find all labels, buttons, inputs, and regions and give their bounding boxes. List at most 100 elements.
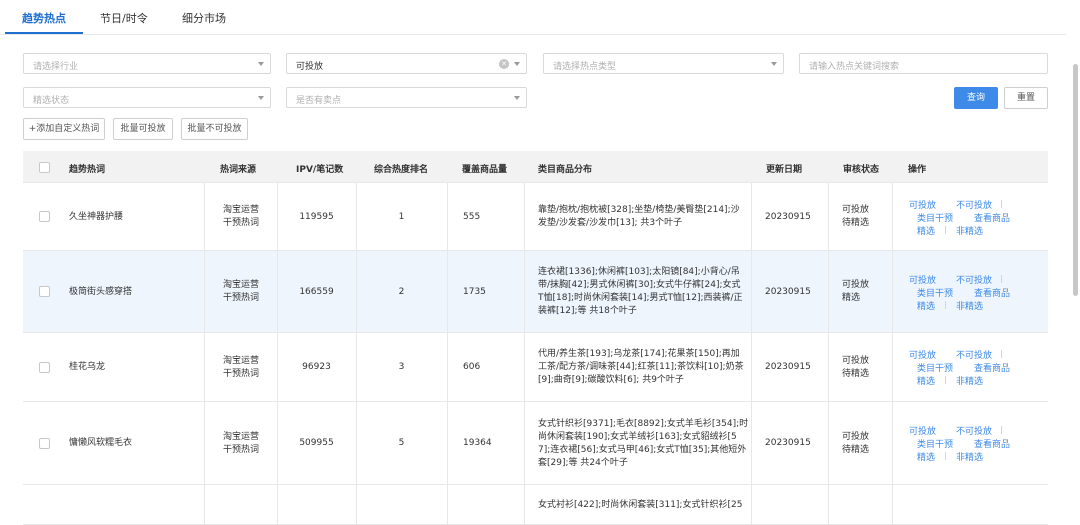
action-separator [945, 213, 946, 221]
ipv-cell: 166559 [299, 287, 334, 297]
distribution-cell-line: [9];曲奇[9];碳酸饮料[6]; 共9个叶子 [538, 375, 684, 385]
reset-button[interactable]: 重置 [1004, 87, 1048, 109]
cover-cell: 19364 [463, 438, 492, 448]
action-separator [1001, 426, 1002, 434]
cover-cell: 555 [463, 212, 481, 222]
column-divider [751, 402, 752, 485]
keyword-cell: 桂花乌龙 [69, 362, 106, 372]
industry-select[interactable]: 请选择行业 [23, 53, 271, 74]
source-cell-line: 干预热词 [222, 293, 259, 303]
vertical-scrollbar[interactable] [1073, 64, 1078, 296]
add-custom-keyword-button[interactable]: +添加自定义热词 [23, 118, 105, 140]
select-all-checkbox[interactable] [39, 162, 50, 173]
tab-trending[interactable]: 趋势热点 [22, 10, 66, 26]
table-header: 趋势热词 热词来源 IPV/笔记数 综合热度排名 覆盖商品量 类目商品分布 更新… [23, 151, 1048, 183]
column-divider [751, 251, 752, 333]
action-link-category-intervene[interactable]: 类目干预 [917, 437, 953, 450]
distribution-cell-line: 靠垫/抱枕/抱枕被[328];坐垫/椅垫/美臀垫[214];沙 [538, 205, 740, 215]
keyword-cell: 久坐神器护腰 [69, 212, 124, 222]
keyword-cell: 慵懒风软糯毛衣 [69, 438, 133, 448]
action-link-category-intervene[interactable]: 类目干预 [917, 286, 953, 299]
status-cell-line: 可投放 [842, 280, 870, 290]
selling-point-select[interactable]: 是否有卖点 [286, 87, 527, 108]
action-link-unselect[interactable]: 非精选 [956, 299, 983, 312]
action-link-not-deliverable[interactable]: 不可投放 [956, 198, 992, 211]
action-link-select[interactable]: 精选 [917, 299, 935, 312]
rank-cell: 2 [398, 287, 405, 297]
column-divider [751, 333, 752, 402]
ipv-cell: 119595 [299, 212, 334, 222]
column-divider [828, 333, 829, 402]
batch-deliverable-button[interactable]: 批量可投放 [113, 118, 173, 140]
query-button[interactable]: 查询 [954, 87, 998, 109]
status-cell: 可投放 待精选 [842, 355, 869, 381]
action-link-view-products[interactable]: 查看商品 [974, 286, 1010, 299]
ipv-cell: 509955 [299, 438, 334, 448]
column-divider [828, 183, 829, 251]
column-divider [892, 333, 893, 402]
column-divider [447, 183, 448, 251]
action-link-view-products[interactable]: 查看商品 [974, 361, 1010, 374]
column-divider [356, 485, 357, 525]
action-separator [945, 363, 946, 371]
batch-not-deliverable-button[interactable]: 批量不可投放 [181, 118, 248, 140]
row-checkbox[interactable] [39, 438, 50, 449]
action-link-deliverable[interactable]: 可投放 [909, 198, 936, 211]
keyword-search-placeholder: 请输入热点关键词搜索 [809, 62, 900, 72]
action-link-select[interactable]: 精选 [917, 224, 935, 237]
chevron-down-icon [771, 62, 777, 66]
keyword-search-input[interactable]: 请输入热点关键词搜索 [799, 53, 1048, 74]
status-cell-line: 精选 [842, 293, 861, 303]
action-link-unselect[interactable]: 非精选 [956, 374, 983, 387]
row-checkbox[interactable] [39, 286, 50, 297]
source-cell-line: 淘宝运营 [222, 205, 259, 215]
action-link-not-deliverable[interactable]: 不可投放 [956, 424, 992, 437]
action-link-deliverable[interactable]: 可投放 [909, 273, 936, 286]
distribution-cell-line: T恤[18];时尚休闲套装[14];男式T恤[12];西装裤/正 [538, 293, 743, 303]
action-link-unselect[interactable]: 非精选 [956, 224, 983, 237]
action-separator [945, 376, 946, 384]
action-link-category-intervene[interactable]: 类目干预 [917, 361, 953, 374]
cover-cell: 606 [463, 362, 481, 372]
tab-segment-market[interactable]: 细分市场 [182, 10, 226, 26]
action-link-select[interactable]: 精选 [917, 450, 935, 463]
column-divider [828, 251, 829, 333]
header-keyword: 趋势热词 [69, 165, 106, 175]
date-cell: 20230915 [765, 438, 811, 448]
column-divider [524, 183, 525, 251]
select-status-select[interactable]: 精选状态 [23, 87, 271, 108]
distribution-cell-line: 工茶/配方茶/调味茶[44];红茶[11];茶饮料[10];奶茶 [538, 362, 744, 372]
column-divider [892, 485, 893, 525]
action-link-deliverable[interactable]: 可投放 [909, 348, 936, 361]
source-cell-line: 淘宝运营 [222, 280, 259, 290]
action-link-select[interactable]: 精选 [917, 374, 935, 387]
distribution-cell-line: 7];连衣裙[56];女式马甲[46];女式T恤[35];其他短外 [538, 445, 747, 455]
action-link-view-products[interactable]: 查看商品 [974, 437, 1010, 450]
action-link-deliverable[interactable]: 可投放 [909, 424, 936, 437]
action-separator [945, 226, 946, 234]
row-checkbox[interactable] [39, 362, 50, 373]
table-row: 慵懒风软糯毛衣 淘宝运营 干预热词 509955 5 19364 女式针织衫[9371];毛… [23, 402, 1048, 485]
column-divider [524, 251, 525, 333]
action-link-not-deliverable[interactable]: 不可投放 [956, 273, 992, 286]
source-cell-line: 干预热词 [222, 369, 259, 379]
header-review-status: 审核状态 [843, 165, 880, 175]
header-rank: 综合热度排名 [374, 165, 429, 175]
active-tab-indicator [5, 32, 83, 34]
action-link-category-intervene[interactable]: 类目干预 [917, 211, 953, 224]
action-link-view-products[interactable]: 查看商品 [974, 211, 1010, 224]
row-checkbox[interactable] [39, 211, 50, 222]
status-cell-line: 可投放 [842, 205, 870, 215]
status-cell: 可投放 待精选 [842, 431, 869, 457]
date-cell: 20230915 [765, 362, 811, 372]
delivery-select[interactable]: 可投放 ✕ [286, 53, 527, 74]
distribution-cell-line: 代用/养生茶[193];乌龙茶[174];花果茶[150];再加 [538, 349, 740, 359]
distribution-cell: 连衣裙[1336];休闲裤[103];太阳镜[84];小背心/吊 带/抹胸[42]… [538, 266, 743, 318]
action-link-unselect[interactable]: 非精选 [956, 450, 983, 463]
action-link-not-deliverable[interactable]: 不可投放 [956, 348, 992, 361]
tab-festival[interactable]: 节日/时令 [100, 10, 148, 26]
clear-icon[interactable]: ✕ [499, 59, 509, 69]
hot-type-select[interactable]: 请选择热点类型 [543, 53, 784, 74]
action-separator [1006, 363, 1007, 371]
distribution-cell-line: 发垫/沙发套/沙发巾[13]; 共3个叶子 [538, 218, 683, 228]
